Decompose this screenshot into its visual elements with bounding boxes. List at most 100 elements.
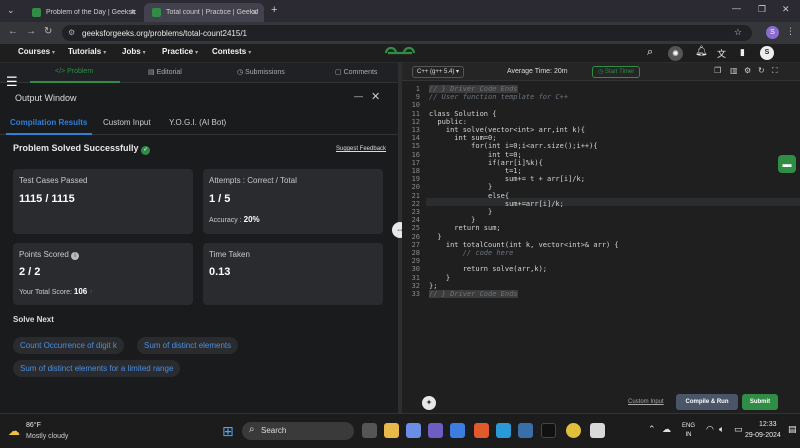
browser-menu-icon[interactable]: ⋮ xyxy=(786,26,795,37)
weather-temp[interactable]: 86°F xyxy=(26,422,41,429)
menu-jobs[interactable]: Jobs ▾ xyxy=(122,47,146,56)
store-icon[interactable] xyxy=(450,423,465,438)
menu-courses[interactable]: Courses ▾ xyxy=(18,47,55,56)
test-cases-card: Test Cases Passed 1115 / 1115 xyxy=(13,169,193,234)
points-card: Points Scored i 2 / 2 Your Total Score: … xyxy=(13,243,193,305)
submit-button[interactable]: Submit xyxy=(742,394,778,410)
line-number: 32 xyxy=(411,281,420,290)
tab-compilation-results[interactable]: Compilation Results xyxy=(10,118,87,127)
new-tab-icon[interactable]: + xyxy=(271,4,277,16)
teams-icon[interactable] xyxy=(428,423,443,438)
task-view-icon[interactable] xyxy=(362,423,377,438)
reset-icon[interactable]: ↻ xyxy=(758,66,765,75)
theme-toggle-icon[interactable]: ✺ xyxy=(668,46,683,61)
site-info-icon[interactable]: ⚙ xyxy=(68,28,75,37)
language-select[interactable]: C++ (g++ 5.4) ▾ xyxy=(412,66,465,78)
language-indicator[interactable]: ENG IN xyxy=(682,422,695,440)
custom-input-link[interactable]: Custom Input xyxy=(628,399,664,405)
solve-next-item[interactable]: Sum of distinct elements for a limited r… xyxy=(13,360,181,377)
browser-tab-potd[interactable]: Problem of the Day | GeeksforG ✕ xyxy=(24,3,142,22)
chrome-icon[interactable] xyxy=(566,423,581,438)
close-output-icon[interactable]: ✕ xyxy=(371,90,380,103)
close-icon[interactable]: ✕ xyxy=(129,8,136,17)
close-icon[interactable]: ✕ xyxy=(251,8,258,17)
tab-comments[interactable]: ▢ Comments xyxy=(335,68,377,76)
reload-icon[interactable]: ↻ xyxy=(44,26,52,37)
brave-icon[interactable] xyxy=(474,423,489,438)
code-line: // } Driver Code Ends xyxy=(429,85,518,93)
notification-bell-icon[interactable]: 🔔︎ xyxy=(695,46,708,57)
compile-run-button[interactable]: Compile & Run xyxy=(676,394,738,410)
code-line: class Solution { xyxy=(429,109,497,118)
url-field[interactable]: ⚙ geeksforgeeks.org/problems/total-count… xyxy=(62,25,752,41)
tab-custom-input[interactable]: Custom Input xyxy=(103,118,151,127)
menu-practice[interactable]: Practice ▾ xyxy=(162,47,198,56)
clock-date[interactable]: 29-09-2024 xyxy=(745,432,781,439)
fullscreen-icon[interactable]: ⛶ xyxy=(772,66,778,76)
minimize-output-icon[interactable]: — xyxy=(354,91,363,101)
copilot-icon[interactable] xyxy=(406,423,421,438)
settings-gear-icon[interactable]: ⚙ xyxy=(744,66,751,75)
minimize-window-icon[interactable]: — xyxy=(732,3,741,13)
line-number: 30 xyxy=(411,265,420,274)
info-icon[interactable]: i xyxy=(71,252,80,260)
copy-icon[interactable]: ❐ xyxy=(714,66,721,75)
forward-icon[interactable]: → xyxy=(26,26,36,37)
solve-next-item[interactable]: Sum of distinct elements xyxy=(137,337,239,354)
tab-label: Problem of the Day | GeeksforG xyxy=(46,9,136,16)
user-avatar[interactable]: S xyxy=(760,46,774,60)
bookmarks-icon[interactable]: ▮ xyxy=(740,47,745,58)
menu-tutorials[interactable]: Tutorials ▾ xyxy=(68,47,106,56)
tab-editorial[interactable]: ▤ Editorial xyxy=(148,68,182,76)
start-windows-icon[interactable]: ⊞ xyxy=(222,423,234,440)
site-header: Courses ▾ Tutorials ▾ Jobs ▾ Practice ▾ Cont… xyxy=(0,44,800,63)
code-line: } xyxy=(429,232,442,241)
attempts-label: Attempts : Correct / Total xyxy=(209,176,297,185)
search-icon[interactable]: ⌕ xyxy=(647,46,653,59)
volume-icon[interactable]: 🔈︎ xyxy=(719,424,724,435)
line-number: 1 xyxy=(415,85,420,93)
back-icon[interactable]: ← xyxy=(8,26,18,37)
office-icon[interactable] xyxy=(590,423,605,438)
wifi-icon[interactable]: ◠ xyxy=(706,424,714,435)
tab-yogi-ai-bot[interactable]: Y.O.G.I. (AI Bot) xyxy=(169,118,226,127)
clock-time[interactable]: 12:33 xyxy=(759,421,777,428)
code-line: sum+= t + arr[i]/k; xyxy=(429,175,585,184)
photos-icon[interactable] xyxy=(518,423,533,438)
weather-desc[interactable]: Mostly cloudy xyxy=(26,433,68,440)
solve-next-item[interactable]: Count Occurrence of digit k xyxy=(13,337,124,354)
tab-list-icon[interactable]: ⌄ xyxy=(7,5,15,16)
chat-icon[interactable]: ▬ xyxy=(778,155,796,173)
taskbar-search[interactable]: ⌕ Search xyxy=(242,422,354,440)
gfg-logo-icon[interactable] xyxy=(384,46,416,60)
browser-tab-total-count[interactable]: Total count | Practice | Geeksfo ✕ xyxy=(144,3,264,22)
translate-icon[interactable]: 文 xyxy=(717,47,726,60)
suggest-feedback-link[interactable]: Suggest Feedback xyxy=(336,146,386,152)
cloud-tray-icon[interactable]: ☁ xyxy=(662,424,671,435)
start-timer-button[interactable]: ◷ Start Timer xyxy=(592,66,641,78)
tab-submissions[interactable]: ◷ Submissions xyxy=(237,68,285,76)
tradingview-icon[interactable] xyxy=(541,423,556,438)
tab-problem[interactable]: </> Problem xyxy=(55,68,93,75)
code-editor-panel: C++ (g++ 5.4) ▾ Average Time: 20m ◷ Star… xyxy=(402,63,800,413)
code-area[interactable]: 1 // } Driver Code Ends 9 // User function … xyxy=(402,83,800,298)
code-line: // code here xyxy=(429,249,514,257)
file-explorer-icon[interactable] xyxy=(384,423,399,438)
battery-icon[interactable]: ▭ xyxy=(734,424,743,435)
line-number: 17 xyxy=(411,158,420,167)
tab-label: Total count | Practice | Geeksfo xyxy=(166,9,258,16)
profile-avatar[interactable]: S xyxy=(766,26,779,39)
code-line: int totalCount(int k, vector<int>& arr) … xyxy=(429,240,619,249)
notification-center-icon[interactable]: ▤ xyxy=(788,424,797,435)
split-view-icon[interactable]: ▥ xyxy=(730,66,738,75)
tray-chevron-icon[interactable]: ⌃ xyxy=(648,424,656,435)
edge-icon[interactable] xyxy=(496,423,511,438)
close-window-icon[interactable]: ✕ xyxy=(782,4,790,15)
line-number: 20 xyxy=(411,183,420,192)
menu-contests[interactable]: Contests ▾ xyxy=(212,47,251,56)
weather-icon[interactable]: ☁ xyxy=(8,424,20,438)
code-line: } xyxy=(429,273,451,282)
bookmark-star-icon[interactable]: ☆ xyxy=(734,27,742,38)
restore-window-icon[interactable]: ❐ xyxy=(758,4,766,15)
bulb-icon[interactable]: ✦ xyxy=(422,396,436,410)
